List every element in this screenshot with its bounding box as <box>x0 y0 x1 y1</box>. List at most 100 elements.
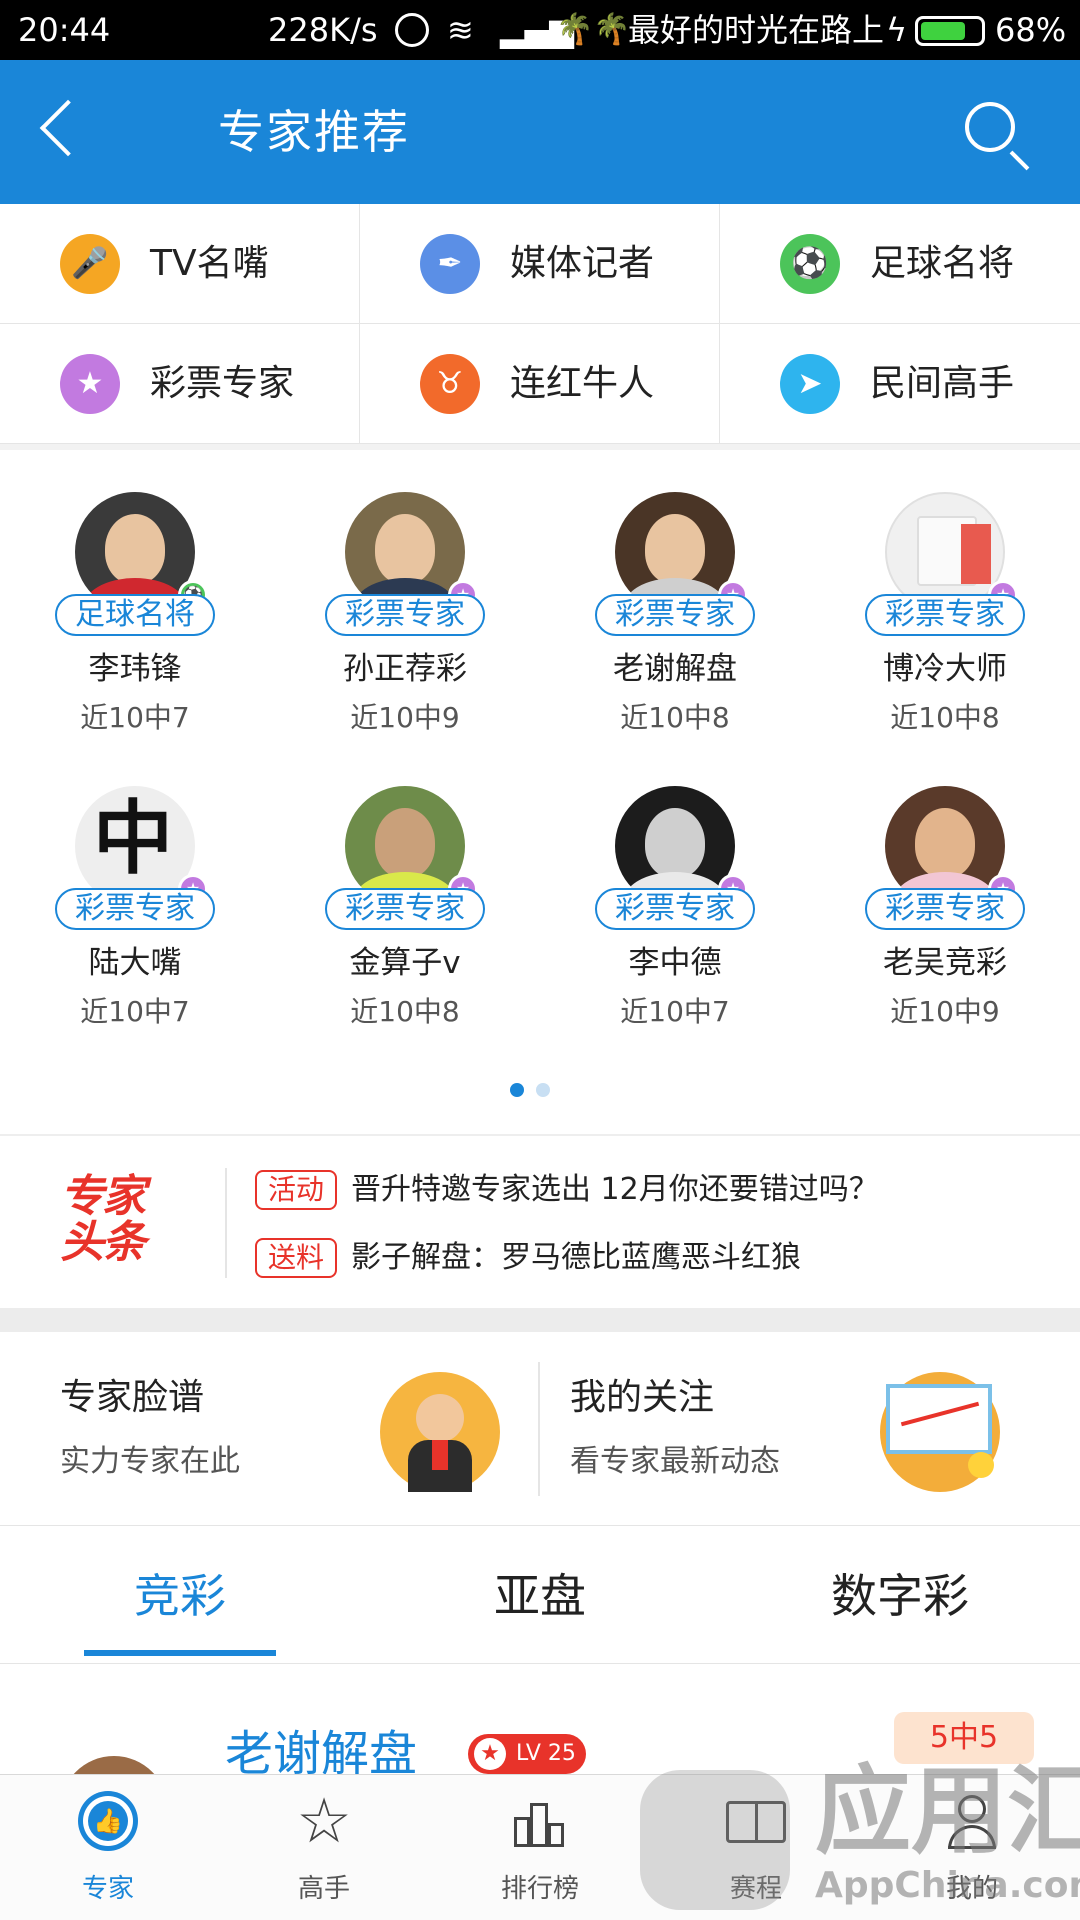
divider <box>225 1168 227 1278</box>
field-icon <box>726 1791 786 1851</box>
back-arrow-icon[interactable] <box>39 99 97 157</box>
headline-text: 影子解盘：罗马德比蓝鹰恶斗红狼 <box>351 1240 801 1275</box>
expert-name: 老谢解盘 <box>613 651 737 687</box>
status-time: 20:44 <box>18 11 111 49</box>
headline-item[interactable]: 送料 影子解盘：罗马德比蓝鹰恶斗红狼 <box>255 1238 801 1282</box>
expert-card[interactable]: ★ 彩票专家 李中德 近10中7 <box>540 786 810 1066</box>
bottom-navigation: 👍 专家 ☆ 高手 排行榜 赛程 我的 <box>0 1774 1080 1920</box>
lottery-tabs: 竞彩 亚盘 数字彩 <box>0 1526 1080 1664</box>
category-grid: 🎤 TV名嘴 ✒ 媒体记者 ⚽ 足球名将 ★ 彩票专家 ♉ 连红牛人 ➤ 民间高… <box>0 204 1080 444</box>
nav-label: 高手 <box>297 1874 350 1904</box>
feature-subtitle: 看专家最新动态 <box>570 1444 780 1479</box>
star-icon: ☆ <box>296 1784 352 1857</box>
category-lottery-expert[interactable]: ★ 彩票专家 <box>0 324 360 444</box>
expert-record: 近10中7 <box>80 995 190 1028</box>
my-follows-card[interactable]: 我的关注 看专家最新动态 <box>540 1332 1080 1526</box>
hit-rate-badge: 5中5 <box>894 1712 1034 1764</box>
expert-card[interactable]: ★ 彩票专家 老谢解盘 近10中8 <box>540 492 810 772</box>
expert-name: 李玮锋 <box>88 651 182 687</box>
expert-tag: 彩票专家 <box>865 888 1025 930</box>
thumbs-up-icon: 👍 <box>78 1791 138 1851</box>
battery-percentage: 68% <box>995 11 1067 49</box>
alarm-icon <box>395 13 429 47</box>
headline-item[interactable]: 活动 晋升特邀专家选出 12月你还要错过吗？ <box>255 1170 879 1214</box>
expert-tag: 彩票专家 <box>55 888 215 930</box>
expert-record: 近10中7 <box>620 995 730 1028</box>
tab-jingcai[interactable]: 竞彩 <box>0 1566 360 1626</box>
expert-card[interactable]: ★ 彩票专家 孙正荐彩 近10中9 <box>270 492 540 772</box>
feature-title: 专家脸谱 <box>60 1377 205 1418</box>
expert-carousel: ⚽ 足球名将 李玮锋 近10中7 ★ 彩票专家 孙正荐彩 近10中9 ★ 彩票专… <box>0 444 1080 1134</box>
search-icon[interactable] <box>965 102 1015 152</box>
expert-card[interactable]: ★ 彩票专家 金算子v 近10中8 <box>270 786 540 1066</box>
expert-card[interactable]: 中 ★ 彩票专家 陆大嘴 近10中7 <box>0 786 270 1066</box>
expert-headlines: 专家头条 活动 晋升特邀专家选出 12月你还要错过吗？ 送料 影子解盘：罗马德比蓝鹰… <box>0 1134 1080 1308</box>
expert-card[interactable]: ★ 彩票专家 老吴竞彩 近10中9 <box>810 786 1080 1066</box>
expert-tag: 彩票专家 <box>325 594 485 636</box>
page-dot[interactable] <box>536 1083 550 1097</box>
app-header: 专家推荐 <box>0 60 1080 204</box>
category-streak-winner[interactable]: ♉ 连红牛人 <box>360 324 720 444</box>
nav-label: 专家 <box>81 1874 134 1904</box>
expert-record: 近10中8 <box>890 701 1000 734</box>
category-label: 足球名将 <box>870 243 1015 284</box>
category-tv-pundit[interactable]: 🎤 TV名嘴 <box>0 204 360 324</box>
category-label: TV名嘴 <box>150 243 269 284</box>
nav-label: 我的 <box>945 1874 998 1904</box>
expert-name: 老吴竞彩 <box>883 945 1007 981</box>
status-carrier: 最好的时光在路上 <box>628 11 885 49</box>
bull-icon: ♉ <box>420 354 480 414</box>
headline-chip: 送料 <box>255 1238 337 1278</box>
nav-masters[interactable]: ☆ 高手 <box>216 1775 432 1920</box>
expert-name: 孙正荐彩 <box>343 651 467 687</box>
tab-asian-handicap[interactable]: 亚盘 <box>360 1566 720 1626</box>
avatar <box>60 1756 168 1774</box>
nav-experts[interactable]: 👍 专家 <box>0 1775 216 1920</box>
category-label: 民间高手 <box>870 363 1015 404</box>
headline-text: 晋升特邀专家选出 12月你还要错过吗？ <box>351 1172 879 1207</box>
nav-rankings[interactable]: 排行榜 <box>432 1775 648 1920</box>
battery-icon <box>915 16 985 46</box>
soccer-ball-icon: ⚽ <box>780 234 840 294</box>
page-title: 专家推荐 <box>218 105 410 159</box>
expert-profiles-card[interactable]: 专家脸谱 实力专家在此 <box>0 1332 540 1526</box>
expert-record: 近10中9 <box>350 701 460 734</box>
expert-tag: 彩票专家 <box>595 888 755 930</box>
category-label: 彩票专家 <box>150 363 295 404</box>
category-amateur-master[interactable]: ➤ 民间高手 <box>720 324 1080 444</box>
charging-icon: ϟ <box>886 11 908 49</box>
expert-tag: 足球名将 <box>55 594 215 636</box>
expert-name: 老谢解盘 <box>225 1726 418 1774</box>
expert-record: 近10中7 <box>80 701 190 734</box>
status-network-speed: 228K/s <box>268 11 378 49</box>
expert-card[interactable]: ★ 彩票专家 博冷大师 近10中8 <box>810 492 1080 772</box>
tab-digital-lottery[interactable]: 数字彩 <box>720 1566 1080 1626</box>
microphone-icon: 🎤 <box>60 234 120 294</box>
expert-name: 陆大嘴 <box>88 945 182 981</box>
expert-card[interactable]: ⚽ 足球名将 李玮锋 近10中7 <box>0 492 270 772</box>
feather-icon: ✒ <box>420 234 480 294</box>
status-bar: 20:44 228K/s ≋ ▂▄▆ 🌴🌴 最好的时光在路上 ϟ 68% <box>0 0 1080 60</box>
level-badge: LV 25 <box>468 1734 586 1774</box>
category-label: 连红牛人 <box>510 363 655 404</box>
palm-tree-icon: 🌴🌴 <box>556 12 631 47</box>
feature-cards: 专家脸谱 实力专家在此 我的关注 看专家最新动态 <box>0 1332 1080 1526</box>
expert-tag: 彩票专家 <box>325 888 485 930</box>
expert-name: 博冷大师 <box>883 651 1007 687</box>
headlines-logo: 专家头条 <box>60 1171 146 1268</box>
category-football-star[interactable]: ⚽ 足球名将 <box>720 204 1080 324</box>
category-media-reporter[interactable]: ✒ 媒体记者 <box>360 204 720 324</box>
nav-label: 排行榜 <box>500 1874 579 1904</box>
nav-profile[interactable]: 我的 <box>864 1775 1080 1920</box>
nav-schedule[interactable]: 赛程 <box>648 1775 864 1920</box>
list-item[interactable]: 老谢解盘 LV 25 5中5 <box>0 1664 1080 1774</box>
feature-title: 我的关注 <box>570 1377 715 1418</box>
page-dot-active[interactable] <box>510 1083 524 1097</box>
category-label: 媒体记者 <box>510 243 655 284</box>
feature-subtitle: 实力专家在此 <box>60 1444 240 1479</box>
headline-chip: 活动 <box>255 1170 337 1210</box>
carousel-pagination <box>510 1082 562 1101</box>
paper-plane-icon: ➤ <box>780 354 840 414</box>
tab-indicator <box>84 1650 276 1656</box>
expert-name: 金算子v <box>349 945 461 981</box>
